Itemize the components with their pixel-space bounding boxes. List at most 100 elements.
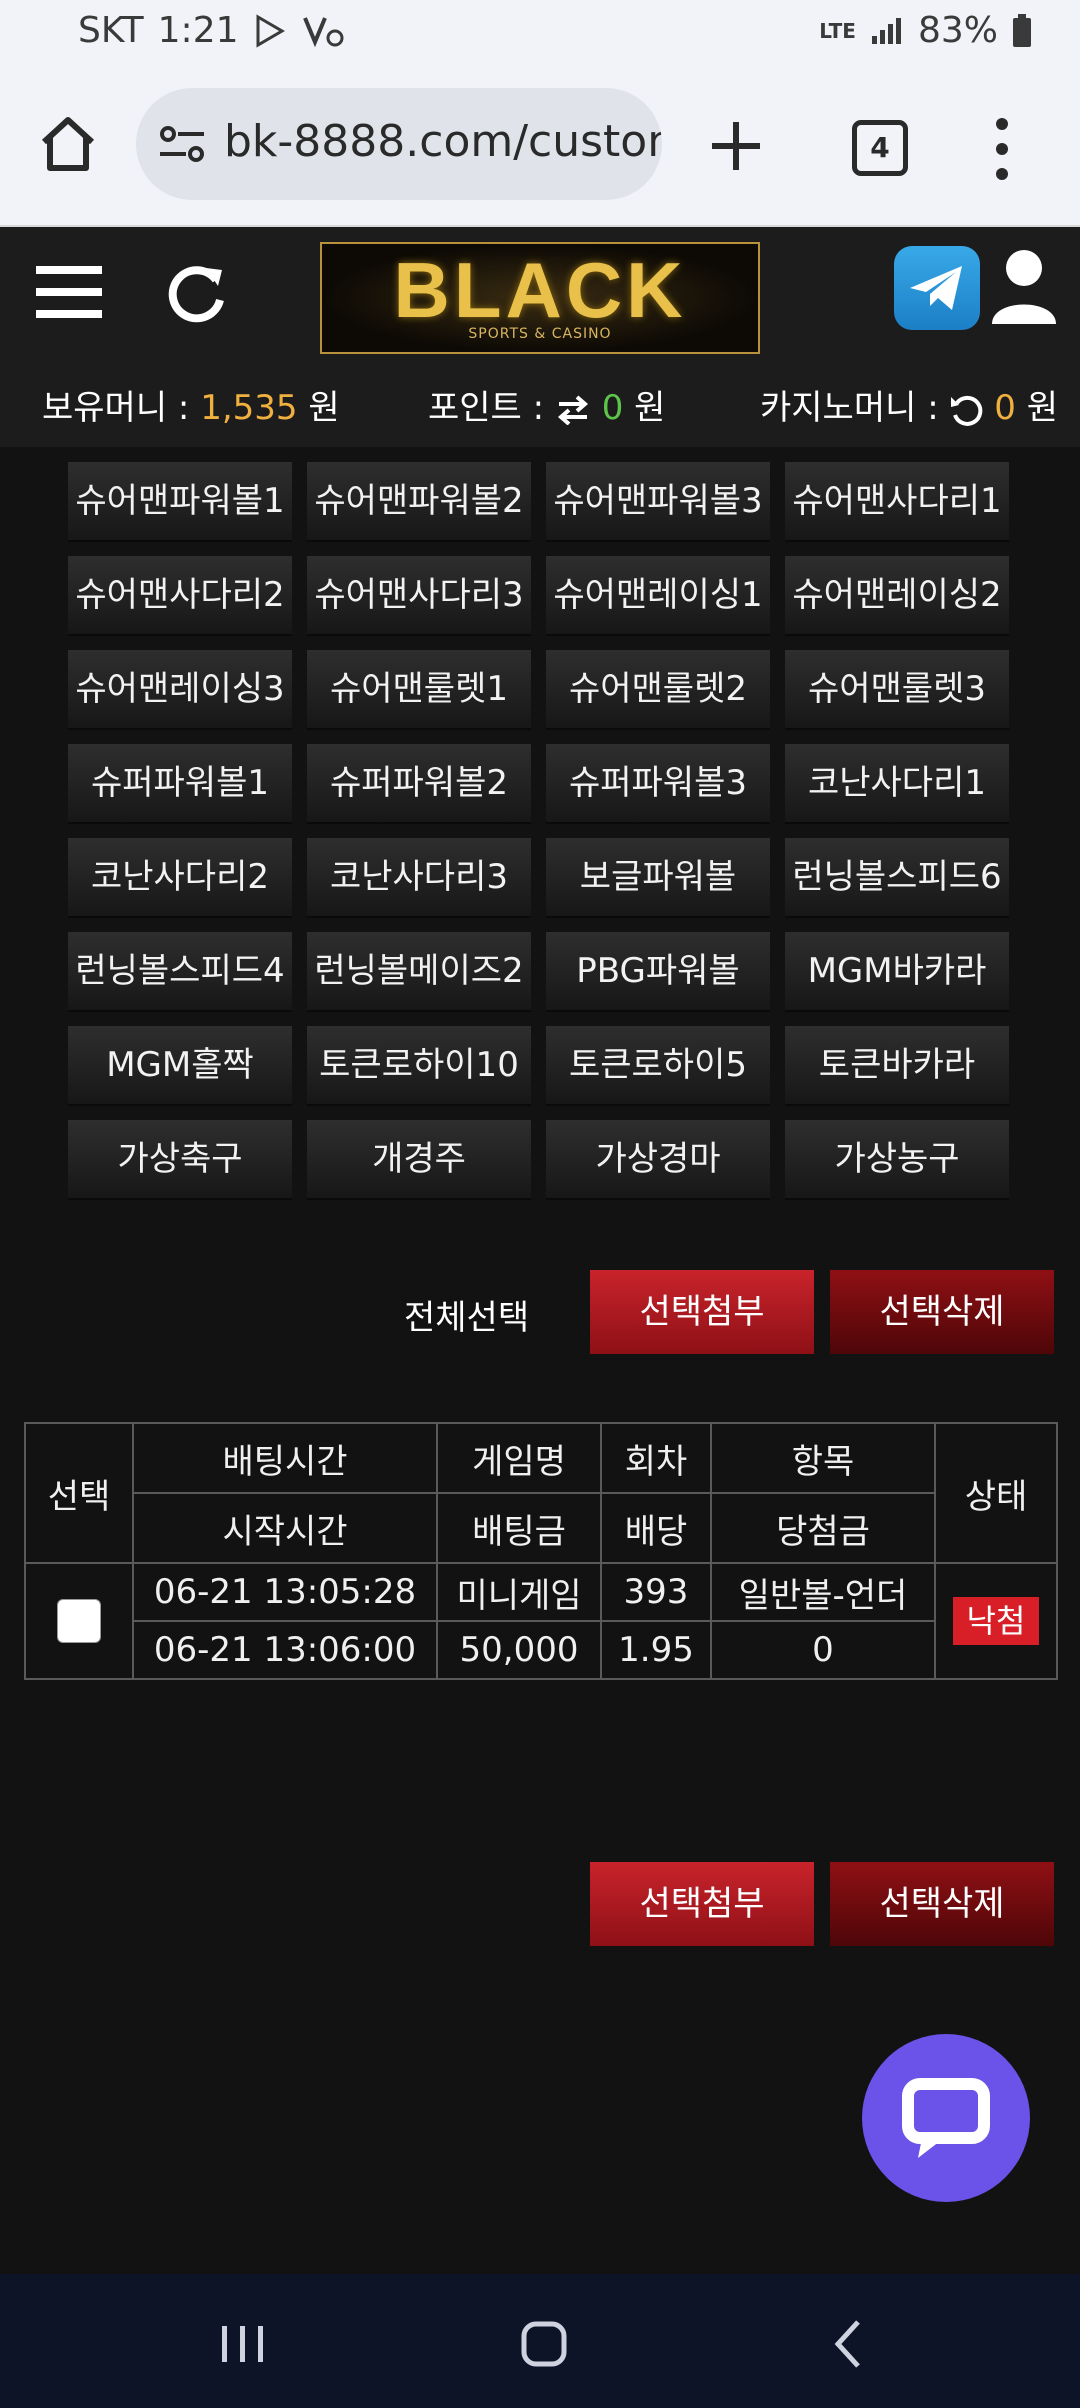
game-button[interactable]: 슈어맨사다리3	[307, 556, 531, 634]
point-unit: 원	[623, 388, 666, 428]
play-store-icon	[256, 13, 285, 48]
game-button[interactable]: 코난사다리3	[307, 838, 531, 916]
casino-value: 0	[994, 388, 1016, 428]
casino-unit: 원	[1015, 388, 1059, 428]
home-nav-icon[interactable]	[514, 2318, 574, 2370]
game-button[interactable]: 보글파워볼	[546, 838, 770, 916]
game-button[interactable]: 슈퍼파워볼2	[307, 744, 531, 822]
game-button[interactable]: 토큰로하이10	[307, 1026, 531, 1104]
game-button[interactable]: 토큰바카라	[785, 1026, 1009, 1104]
table-header-row: 선택 배팅시간 게임명 회차 항목 상태	[24, 1422, 1058, 1564]
game-button[interactable]: 가상축구	[68, 1120, 292, 1198]
header-status: 상태	[934, 1422, 1058, 1564]
game-button[interactable]: 슈어맨파워볼2	[307, 462, 531, 540]
game-button[interactable]: 슈어맨파워볼1	[68, 462, 292, 540]
bet-history-table: 선택 배팅시간 게임명 회차 항목 상태 시작시간 배팅금 배당 당첨금 06-…	[24, 1422, 1058, 1680]
refresh-casino-icon[interactable]	[949, 393, 983, 427]
clock: 1:21	[157, 10, 239, 51]
status-badge: 낙첨	[952, 1597, 1040, 1645]
address-bar[interactable]: bk-8888.com/custon	[136, 88, 662, 200]
game-button[interactable]: 슈어맨레이싱3	[68, 650, 292, 728]
game-button[interactable]: 런닝볼스피드4	[68, 932, 292, 1010]
table-row: 06-21 13:06:00 50,000 1.95 0	[25, 1620, 1057, 1680]
refresh-icon[interactable]	[166, 260, 230, 324]
header-start-time: 시작시간	[132, 1492, 438, 1564]
row-checkbox[interactable]	[57, 1599, 101, 1643]
plus-icon[interactable]	[706, 116, 766, 176]
cell-bet-amount: 50,000	[436, 1620, 602, 1680]
logo-text: BLACK	[393, 246, 687, 334]
recent-apps-icon[interactable]	[212, 2318, 272, 2370]
cell-item: 일반볼-언더	[710, 1562, 936, 1622]
game-button[interactable]: MGM홀짝	[68, 1026, 292, 1104]
telegram-button[interactable]	[894, 246, 980, 330]
casino-balance: 카지노머니 : 0 원	[760, 380, 1058, 429]
attach-selected-button[interactable]: 선택첨부	[590, 1270, 814, 1354]
row-select-cell	[24, 1562, 134, 1680]
site-logo[interactable]: BLACK SPORTS & CASINO	[320, 242, 760, 354]
user-icon[interactable]	[990, 248, 1058, 324]
battery-icon	[1013, 13, 1031, 47]
point-label: 포인트 :	[428, 388, 555, 428]
cell-win-amount: 0	[710, 1620, 936, 1680]
browser-toolbar: bk-8888.com/custon 4	[0, 68, 1080, 227]
game-button[interactable]: 슈어맨룰렛2	[546, 650, 770, 728]
game-button[interactable]: 토큰로하이5	[546, 1026, 770, 1104]
game-button[interactable]: MGM바카라	[785, 932, 1009, 1010]
cell-bet-time: 06-21 13:05:28	[132, 1562, 438, 1622]
game-button[interactable]: 슈어맨사다리1	[785, 462, 1009, 540]
tab-switcher-button[interactable]: 4	[852, 120, 908, 176]
carrier-label: SKT	[78, 10, 144, 51]
cell-status: 낙첨	[934, 1562, 1058, 1680]
game-button[interactable]: 슈어맨사다리2	[68, 556, 292, 634]
delete-selected-button[interactable]: 선택삭제	[830, 1270, 1054, 1354]
chat-button[interactable]	[862, 2034, 1030, 2202]
game-button[interactable]: 슈어맨레이싱2	[785, 556, 1009, 634]
vpn-key-icon	[302, 16, 343, 47]
hamburger-menu-icon[interactable]	[36, 262, 102, 322]
cell-round: 393	[600, 1562, 712, 1622]
game-button[interactable]: 슈어맨룰렛1	[307, 650, 531, 728]
money-balance: 보유머니 : 1,535 원	[42, 380, 340, 429]
url-text: bk-8888.com/custon	[224, 116, 662, 167]
table-row: 06-21 13:05:28 미니게임 393 일반볼-언더 낙첨	[24, 1562, 1058, 1680]
home-icon[interactable]	[36, 112, 100, 176]
header-round: 회차	[600, 1422, 712, 1494]
status-left: SKT 1:21	[78, 10, 345, 51]
header-odds: 배당	[600, 1492, 712, 1564]
game-button[interactable]: 런닝볼스피드6	[785, 838, 1009, 916]
game-button[interactable]: 런닝볼메이즈2	[307, 932, 531, 1010]
game-button[interactable]: 개경주	[307, 1120, 531, 1198]
cell-odds: 1.95	[600, 1620, 712, 1680]
money-value: 1,535	[200, 388, 298, 428]
game-button[interactable]: 코난사다리2	[68, 838, 292, 916]
game-button[interactable]: 슈어맨룰렛3	[785, 650, 1009, 728]
game-button[interactable]: 가상경마	[546, 1120, 770, 1198]
game-button[interactable]: 가상농구	[785, 1120, 1009, 1198]
delete-selected-button-bottom[interactable]: 선택삭제	[830, 1862, 1054, 1946]
game-button[interactable]: PBG파워볼	[546, 932, 770, 1010]
point-balance: 포인트 : 0 원	[428, 380, 665, 429]
game-button[interactable]: 코난사다리1	[785, 744, 1009, 822]
back-icon[interactable]	[818, 2318, 878, 2370]
game-button[interactable]: 슈퍼파워볼3	[546, 744, 770, 822]
header-win-amount: 당첨금	[710, 1492, 936, 1564]
system-nav-bar	[0, 2274, 1080, 2408]
header-select: 선택	[24, 1422, 134, 1564]
game-button[interactable]: 슈퍼파워볼1	[68, 744, 292, 822]
attach-selected-button-bottom[interactable]: 선택첨부	[590, 1862, 814, 1946]
header-item: 항목	[710, 1422, 936, 1494]
header-game-name: 게임명	[436, 1422, 602, 1494]
logo-subtext: SPORTS & CASINO	[468, 326, 612, 342]
more-vert-icon[interactable]	[990, 114, 1014, 184]
network-type-label: LTE	[819, 18, 856, 43]
game-button[interactable]: 슈어맨레이싱1	[546, 556, 770, 634]
cell-game-name: 미니게임	[436, 1562, 602, 1622]
exchange-icon[interactable]	[555, 394, 591, 425]
game-category-grid: 슈어맨파워볼1 슈어맨파워볼2 슈어맨파워볼3 슈어맨사다리1 슈어맨사다리2 …	[68, 462, 1012, 1198]
table-header-row: 시작시간 배팅금 배당 당첨금	[25, 1492, 1057, 1564]
battery-percent: 83%	[917, 10, 998, 51]
site-settings-icon[interactable]	[158, 124, 206, 164]
select-all-button[interactable]: 전체선택	[404, 1290, 529, 1339]
game-button[interactable]: 슈어맨파워볼3	[546, 462, 770, 540]
